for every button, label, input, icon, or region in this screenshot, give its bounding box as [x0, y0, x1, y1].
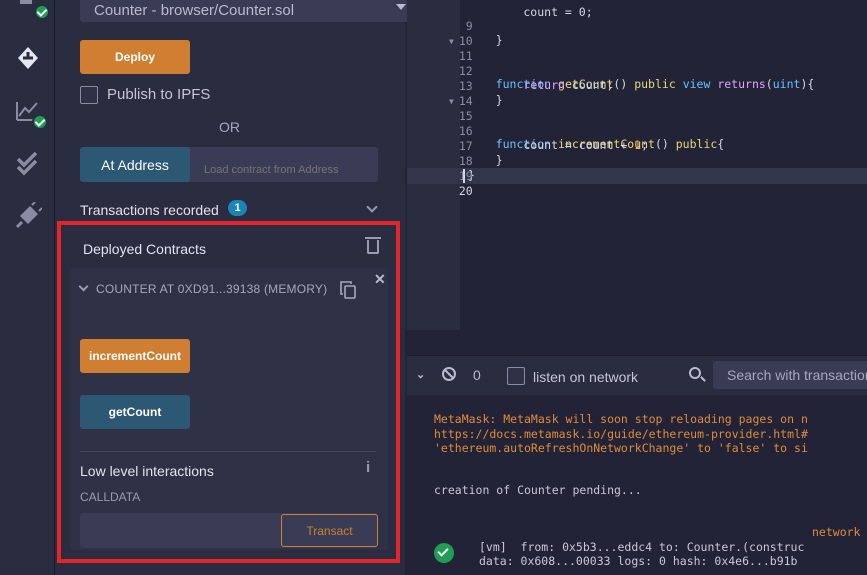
code-line: 11 ▼ function getCount() public view ret…	[407, 35, 814, 91]
code-line: 13 }	[407, 65, 503, 107]
analysis-icon[interactable]	[14, 98, 48, 130]
code-line: 19	[407, 155, 473, 183]
contract-select-value: Counter - browser/Counter.sol	[94, 2, 295, 19]
terminal-search-input[interactable]: Search with transaction hash or address	[713, 361, 867, 389]
line-number: 15	[458, 109, 473, 123]
success-check-icon	[434, 543, 454, 563]
deploy-button[interactable]: Deploy	[80, 40, 190, 74]
collapse-terminal-icon[interactable]: ⌄	[416, 368, 425, 381]
metamask-warning-line: MetaMask: MetaMask will soon stop reload…	[434, 412, 808, 426]
line-number: 12	[458, 64, 473, 78]
file-explorer-icon[interactable]	[14, 0, 50, 22]
vm-data-line: data: 0x608...00033 logs: 0 hash: 0x4e6.…	[479, 554, 798, 568]
pending-tx-count: 0	[473, 367, 481, 383]
publish-ipfs-checkbox[interactable]	[80, 86, 98, 104]
line-number: 13	[458, 79, 473, 93]
code-line: 17 }	[407, 125, 503, 167]
code-line: 18 }	[407, 140, 475, 182]
line-number: 16	[458, 124, 473, 138]
fold-icon[interactable]: ▼	[449, 37, 454, 46]
code-line: 16 count = count + 1;	[407, 110, 648, 152]
code-text: return count;	[523, 78, 614, 92]
terminal-output: MetaMask: MetaMask will soon stop reload…	[407, 395, 867, 575]
listen-network-checkbox[interactable]	[507, 367, 525, 385]
code-text: }	[468, 153, 503, 167]
code-line: 14	[407, 80, 473, 108]
clear-console-icon[interactable]	[442, 367, 456, 381]
line-number: 18	[458, 154, 473, 168]
network-label: network	[812, 525, 861, 539]
text-cursor	[463, 169, 465, 183]
at-address-row: At Address	[80, 147, 378, 182]
contract-select[interactable]: Counter - browser/Counter.sol	[80, 0, 416, 22]
plugin-icon[interactable]	[14, 201, 43, 230]
line-number: 11	[458, 49, 473, 63]
terminal-toolbar: ⌄ 0 listen on network Search with transa…	[407, 355, 867, 395]
or-separator: OR	[219, 119, 240, 135]
code-text: }	[468, 93, 503, 107]
double-check-icon[interactable]	[14, 150, 42, 178]
deploy-run-icon[interactable]	[14, 44, 42, 72]
code-text: }	[468, 33, 503, 47]
at-address-input[interactable]	[190, 147, 378, 182]
code-editor[interactable]: count = 0; 9 } 10 11 ▼ function getCount…	[407, 0, 867, 355]
code-line: 12 return count;	[407, 50, 614, 92]
code-text: count = count + 1;	[468, 138, 649, 152]
listen-network-label: listen on network	[533, 369, 639, 385]
publish-ipfs-label: Publish to IPFS	[107, 86, 211, 103]
search-icon	[689, 367, 706, 382]
at-address-button[interactable]: At Address	[80, 147, 190, 182]
active-line-highlight	[407, 168, 867, 184]
code-text: count = 0;	[468, 5, 593, 19]
highlight-frame	[57, 221, 400, 563]
check-badge-icon	[32, 114, 48, 130]
code-line: 9 }	[407, 5, 503, 47]
icon-rail	[0, 0, 55, 575]
chevron-down-icon	[396, 4, 406, 10]
line-number: 9	[465, 19, 473, 33]
transactions-recorded-label[interactable]: Transactions recorded	[80, 202, 219, 218]
metamask-warning-line: 'ethereum.autoRefreshOnNetworkChange' to…	[434, 441, 808, 455]
line-number: 20	[458, 184, 473, 198]
line-number: 17	[458, 139, 473, 153]
check-badge-icon	[34, 4, 50, 20]
vm-tx-line[interactable]: [vm] from: 0x5b3...eddc4 to: Counter.(co…	[479, 540, 804, 554]
code-line: 20	[407, 170, 473, 198]
pending-creation-line: creation of Counter pending...	[434, 483, 642, 497]
chevron-down-icon[interactable]	[366, 201, 378, 213]
code-line: 15 ▼ function incrementCount() public{	[407, 95, 724, 151]
line-number: 19	[458, 169, 473, 183]
transactions-count-badge: 1	[228, 200, 247, 216]
metamask-warning-line[interactable]: https://docs.metamask.io/guide/ethereum-…	[434, 427, 808, 441]
code-line: 10	[407, 20, 473, 48]
fold-icon[interactable]: ▼	[449, 97, 454, 106]
